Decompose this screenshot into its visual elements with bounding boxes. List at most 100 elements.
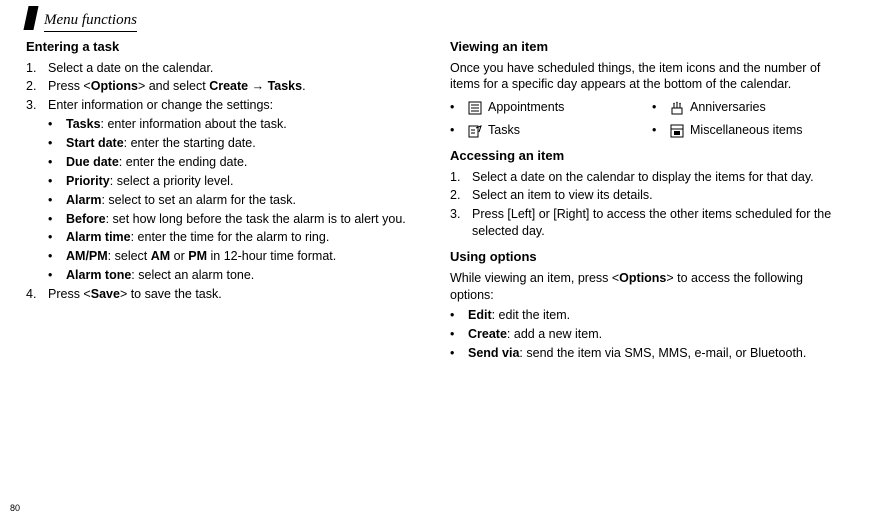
legend-label: Miscellaneous items xyxy=(690,122,803,139)
option-name: Create xyxy=(468,327,507,341)
legend-misc: • Miscellaneous items xyxy=(652,122,844,139)
text: : select a priority level. xyxy=(110,174,234,188)
legend-anniversaries: • Anniversaries xyxy=(652,99,844,116)
section-title-using-options: Using options xyxy=(450,248,844,266)
option-desc: Create: add a new item. xyxy=(468,326,844,343)
section-title-entering-task: Entering a task xyxy=(26,38,420,56)
step-4: 4. Press <Save> to save the task. xyxy=(26,286,420,303)
field-name: Alarm time xyxy=(66,230,131,244)
page-number: 80 xyxy=(10,502,20,514)
list-item: •Due date: enter the ending date. xyxy=(48,154,420,171)
task-field-list: •Tasks: enter information about the task… xyxy=(26,116,420,284)
text: > and select xyxy=(138,79,209,93)
text: . xyxy=(302,79,305,93)
text: > to save the task. xyxy=(120,287,222,301)
field-name: Priority xyxy=(66,174,110,188)
list-item: •Alarm tone: select an alarm tone. xyxy=(48,267,420,284)
item-type-legend: • Appointments • Anniversaries • Tasks xyxy=(450,99,844,139)
step-number: 2. xyxy=(450,187,472,204)
strong-pm: PM xyxy=(188,249,207,263)
text: : select xyxy=(108,249,151,263)
bullet: • xyxy=(450,326,468,343)
step-2: 2. Press <Options> and select Create → T… xyxy=(26,78,420,95)
bullet: • xyxy=(48,173,66,190)
field-name: AM/PM xyxy=(66,249,108,263)
step-text: Press <Options> and select Create → Task… xyxy=(48,78,420,95)
field-desc: Alarm time: enter the time for the alarm… xyxy=(66,229,420,246)
step-number: 3. xyxy=(26,97,48,114)
arrow: → xyxy=(248,79,267,93)
section-title-accessing-item: Accessing an item xyxy=(450,147,844,165)
header-ornament xyxy=(23,6,38,30)
section-title-viewing-item: Viewing an item xyxy=(450,38,844,56)
field-name: Tasks xyxy=(66,117,101,131)
entering-task-steps: 1. Select a date on the calendar. 2. Pre… xyxy=(26,60,420,115)
legend-label: Appointments xyxy=(488,99,564,116)
step-text: Press [Left] or [Right] to access the ot… xyxy=(472,206,844,240)
header-title: Menu functions xyxy=(44,10,137,32)
list-item: •Edit: edit the item. xyxy=(450,307,844,324)
step-number: 1. xyxy=(26,60,48,77)
strong-save: Save xyxy=(91,287,120,301)
field-desc: Tasks: enter information about the task. xyxy=(66,116,420,133)
bullet: • xyxy=(652,99,664,116)
text: or xyxy=(170,249,188,263)
step-number: 3. xyxy=(450,206,472,240)
step-3: 3.Press [Left] or [Right] to access the … xyxy=(450,206,844,240)
list-item: •Before: set how long before the task th… xyxy=(48,211,420,228)
list-item: •AM/PM: select AM or PM in 12-hour time … xyxy=(48,248,420,265)
strong-tasks: Tasks xyxy=(268,79,303,93)
text: Press < xyxy=(48,79,91,93)
strong-create: Create xyxy=(209,79,248,93)
bullet: • xyxy=(450,99,462,116)
field-desc: Alarm: select to set an alarm for the ta… xyxy=(66,192,420,209)
field-desc: Before: set how long before the task the… xyxy=(66,211,420,228)
text: : enter the time for the alarm to ring. xyxy=(131,230,330,244)
field-name: Start date xyxy=(66,136,124,150)
bullet: • xyxy=(48,248,66,265)
step-text: Select a date on the calendar to display… xyxy=(472,169,844,186)
entering-task-step4: 4. Press <Save> to save the task. xyxy=(26,286,420,303)
bullet: • xyxy=(652,122,664,139)
step-text: Select a date on the calendar. xyxy=(48,60,420,77)
bullet: • xyxy=(48,267,66,284)
tasks-icon xyxy=(468,124,482,138)
left-column: Entering a task 1. Select a date on the … xyxy=(26,38,420,502)
step-text: Enter information or change the settings… xyxy=(48,97,420,114)
list-item: •Start date: enter the starting date. xyxy=(48,135,420,152)
step-1: 1. Select a date on the calendar. xyxy=(26,60,420,77)
appointments-icon xyxy=(468,101,482,115)
bullet: • xyxy=(450,122,462,139)
text: : add a new item. xyxy=(507,327,602,341)
step-number: 2. xyxy=(26,78,48,95)
bullet: • xyxy=(48,116,66,133)
bullet: • xyxy=(48,135,66,152)
strong-options: Options xyxy=(619,271,666,285)
bullet: • xyxy=(48,211,66,228)
field-name: Before xyxy=(66,212,106,226)
step-number: 4. xyxy=(26,286,48,303)
bullet: • xyxy=(48,154,66,171)
step-text: Select an item to view its details. xyxy=(472,187,844,204)
viewing-item-para: Once you have scheduled things, the item… xyxy=(450,60,844,94)
text: Press < xyxy=(48,287,91,301)
list-item: •Priority: select a priority level. xyxy=(48,173,420,190)
text: : enter the ending date. xyxy=(119,155,248,169)
options-list: •Edit: edit the item. •Create: add a new… xyxy=(450,307,844,362)
legend-tasks: • Tasks xyxy=(450,122,642,139)
field-name: Due date xyxy=(66,155,119,169)
option-name: Edit xyxy=(468,308,492,322)
step-2: 2.Select an item to view its details. xyxy=(450,187,844,204)
anniversaries-icon xyxy=(670,101,684,115)
step-text: Press <Save> to save the task. xyxy=(48,286,420,303)
bullet: • xyxy=(48,192,66,209)
right-column: Viewing an item Once you have scheduled … xyxy=(450,38,844,502)
text: : set how long before the task the alarm… xyxy=(106,212,406,226)
legend-label: Tasks xyxy=(488,122,520,139)
step-1: 1.Select a date on the calendar to displ… xyxy=(450,169,844,186)
list-item: •Create: add a new item. xyxy=(450,326,844,343)
option-desc: Edit: edit the item. xyxy=(468,307,844,324)
misc-icon xyxy=(670,124,684,138)
text: While viewing an item, press < xyxy=(450,271,619,285)
text: : enter information about the task. xyxy=(101,117,287,131)
